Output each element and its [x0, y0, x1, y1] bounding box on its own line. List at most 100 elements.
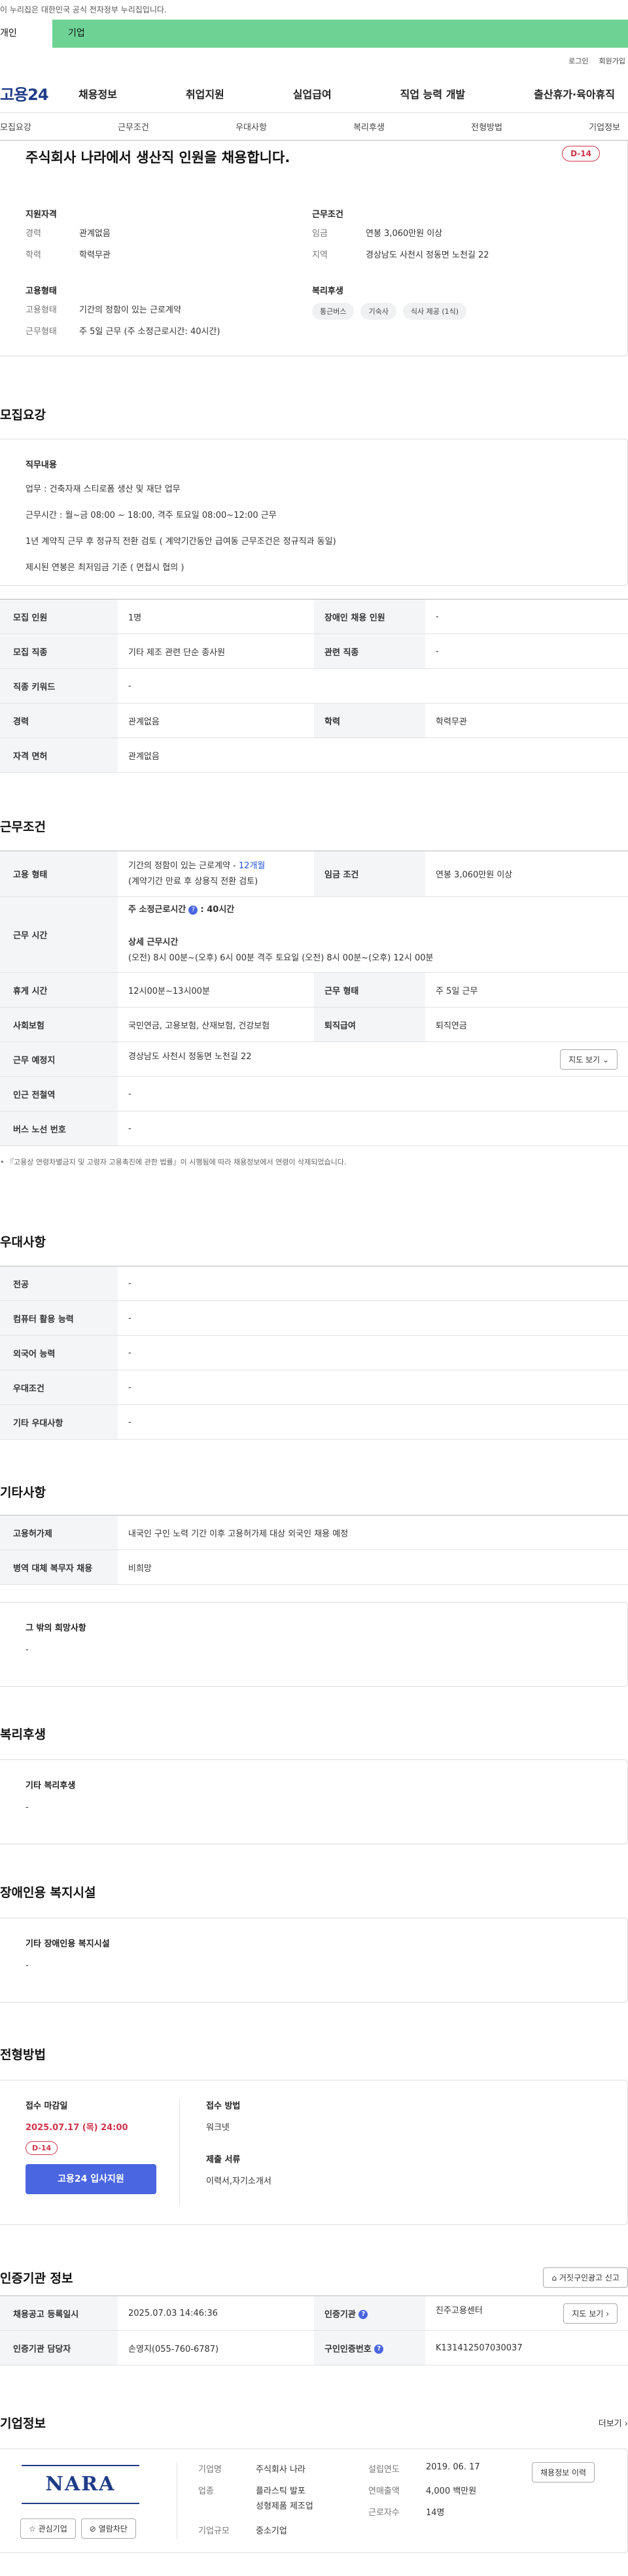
- agency-map-button[interactable]: 지도 보기 ›: [563, 2303, 618, 2324]
- cell-value: 퇴직연금: [425, 1007, 628, 1042]
- gnb-leave[interactable]: 출산휴가·육아휴직: [534, 86, 615, 101]
- value: 4,000 백만원: [426, 2486, 477, 2496]
- location-value: 경상남도 사천시 정동면 노천길 22: [128, 1051, 252, 1062]
- info-icon[interactable]: ?: [374, 2345, 384, 2354]
- duty-line: 업무 : 건축자재 스티로폼 생산 및 재단 업무: [26, 484, 181, 494]
- table-row: 채용공고 등록일시 2025.07.03 14:46:36 인증기관 ? 진주고용센터…: [0, 2296, 628, 2331]
- cell-value: 2025.07.03 14:46:36: [118, 2296, 314, 2331]
- pref-table: 전공 - 컴퓨터 활용 능력 - 외국어 능력 - 우대조건 - 기타 우대사항 -: [0, 1266, 628, 1440]
- subtab-conditions[interactable]: 근무조건: [118, 120, 149, 133]
- cell-label: 장애인 채용 인원: [314, 599, 425, 634]
- deadline-dday: D-14: [26, 2141, 58, 2155]
- cell-label: 버스 노선 번호: [0, 1111, 118, 1146]
- fav-button[interactable]: ☆ 관심기업: [20, 2518, 76, 2539]
- login-link[interactable]: 로그인: [568, 56, 588, 66]
- cond-heading: 근무조건: [312, 210, 343, 220]
- emp-heading: 고용형태: [26, 286, 57, 296]
- value: 관계없음: [79, 229, 111, 239]
- cell-label: 구인인증번호: [324, 2344, 372, 2354]
- cell-value: -: [118, 1076, 628, 1111]
- cell-label: 모집 직종: [0, 634, 118, 669]
- site-logo[interactable]: 고용24: [0, 82, 78, 105]
- welfare-heading: 복리후생: [312, 286, 343, 296]
- cell-value: -: [118, 1111, 628, 1146]
- info-icon[interactable]: ?: [358, 2310, 368, 2319]
- etc-title: 기타사항: [0, 1485, 46, 1500]
- cell-label: 사회보험: [0, 1007, 118, 1042]
- job-title: 주식회사 나라에서 생산직 인원을 채용합니다.: [26, 150, 290, 165]
- more-label: 더보기: [598, 2419, 622, 2429]
- hours-heading: 주 소정근로시간: [128, 905, 186, 915]
- label: 기업명: [198, 2465, 222, 2475]
- history-button[interactable]: 채용정보 이력: [532, 2462, 595, 2483]
- table-row: 컴퓨터 활용 능력 -: [0, 1300, 628, 1336]
- cell-value: K131412507030037: [425, 2330, 628, 2365]
- gnb-support[interactable]: 취업지원: [186, 86, 224, 101]
- etc-box-value: -: [26, 1645, 29, 1655]
- duty-heading: 직무내용: [26, 460, 57, 470]
- report-button[interactable]: ⌂ 거짓구인광고 신고: [543, 2267, 628, 2288]
- cell-label: 고용 형태: [0, 851, 118, 897]
- fav-label: 관심기업: [38, 2524, 67, 2534]
- cell-label: 근무 시간: [0, 896, 118, 973]
- emp-value: 기간의 정함이 있는 근로계약 -: [128, 861, 239, 872]
- cell-label: 경력: [0, 703, 118, 738]
- subtab-recruit[interactable]: 모집요강: [0, 120, 31, 133]
- deadline-value: 2025.07.17 (목) 24:00: [26, 2123, 128, 2133]
- cell-label: 기타 우대사항: [0, 1404, 118, 1440]
- disab-box: 기타 장애인용 복지시설 -: [0, 1918, 628, 2003]
- tab-personal[interactable]: 개인: [0, 20, 52, 48]
- dday-badge: D-14: [562, 146, 600, 161]
- label: 설립연도: [368, 2465, 400, 2475]
- apply-button[interactable]: 고용24 입사지원: [26, 2164, 156, 2194]
- cell-value: -: [118, 1404, 628, 1440]
- label: 학력: [26, 250, 41, 260]
- hours-value: : 40시간: [200, 905, 235, 915]
- welfare-box: 기타 복리후생 -: [0, 1759, 628, 1844]
- cell-label: 인증기관 담당자: [0, 2330, 118, 2365]
- cell-value: -: [118, 1370, 628, 1405]
- subtab-company[interactable]: 기업정보: [589, 120, 620, 133]
- cell-label: 우대조건: [0, 1370, 118, 1405]
- cell-label: 인증기관: [324, 2309, 356, 2320]
- block-button[interactable]: ⊘ 열람차단: [80, 2518, 136, 2539]
- cell-value: 주 5일 근무: [425, 972, 628, 1008]
- cell-value: -: [118, 1335, 628, 1370]
- gnb-unemployment[interactable]: 실업급여: [293, 86, 332, 101]
- etc-box-heading: 그 밖의 희망사항: [26, 1623, 86, 1633]
- cell-value: -: [118, 1300, 628, 1336]
- cell-label: 컴퓨터 활용 능력: [0, 1300, 118, 1336]
- cell-label: 직종 키워드: [0, 668, 118, 703]
- cell-label: 전공: [0, 1266, 118, 1301]
- cell-label: 근무 예정지: [0, 1042, 118, 1077]
- subtab-welfare[interactable]: 복리후생: [353, 120, 385, 133]
- label: 연매출액: [368, 2486, 400, 2496]
- cell-label: 근무 형태: [314, 972, 425, 1008]
- subtab-preference[interactable]: 우대사항: [236, 120, 267, 133]
- subtab-selection[interactable]: 전형방법: [471, 120, 502, 133]
- map-button[interactable]: 지도 보기 ⌄: [560, 1049, 618, 1070]
- table-row: 인증기관 담당자 손영지(055-760-6787) 구인인증번호 ? K131412…: [0, 2330, 628, 2365]
- home-icon: ⌂: [551, 2273, 557, 2282]
- cell-label: 외국어 능력: [0, 1335, 118, 1370]
- welfare-chip: 통근버스: [312, 303, 355, 320]
- gnb-training[interactable]: 직업 능력 개발: [400, 86, 465, 101]
- detail-value: (오전) 8시 00분~(오후) 6시 00분 격주 토요일 (오전) 8시 0…: [128, 953, 434, 964]
- duty-box: 직무내용 업무 : 건축자재 스티로폼 생산 및 재단 업무 근무시간 : 월~…: [0, 439, 628, 586]
- block-icon: ⊘: [89, 2524, 96, 2534]
- value: 학력무관: [79, 250, 111, 260]
- label: 업종: [198, 2486, 214, 2496]
- value: 플라스틱 발포: [256, 2486, 305, 2496]
- gov-banner: 이 누리집은 대한민국 공식 전자정부 누리집입니다.: [0, 0, 628, 20]
- welfare-box-value: -: [26, 1803, 29, 1812]
- label: 지역: [312, 250, 328, 260]
- gnb-jobs[interactable]: 채용정보: [78, 86, 117, 101]
- value: 연봉 3,060만원 이상: [366, 229, 443, 239]
- label: 근무형태: [26, 327, 57, 337]
- cell-value: 연봉 3,060만원 이상: [425, 851, 628, 897]
- tab-company[interactable]: 기업: [52, 20, 85, 48]
- label: 임금: [312, 229, 328, 239]
- signup-link[interactable]: 회원가입: [599, 56, 625, 66]
- info-icon[interactable]: ?: [188, 905, 198, 915]
- more-link[interactable]: 더보기 ›: [599, 2416, 628, 2429]
